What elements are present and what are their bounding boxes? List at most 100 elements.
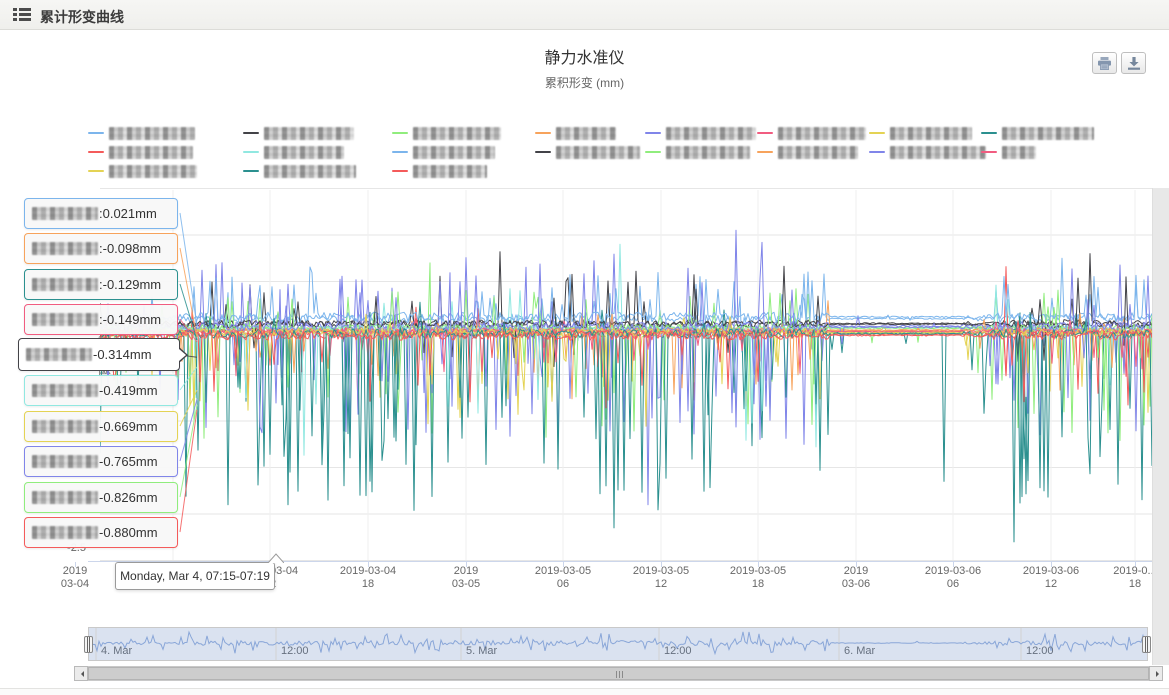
tooltip-series-name-redacted xyxy=(32,526,98,539)
legend-item[interactable] xyxy=(981,144,1036,160)
tooltip-box: :-0.129mm xyxy=(24,269,178,300)
horizontal-scrollbar[interactable] xyxy=(74,666,1163,681)
legend-label-redacted xyxy=(666,127,756,140)
print-button[interactable] xyxy=(1092,52,1117,74)
x-axis-tick-label: 2019-03-0418 xyxy=(313,565,423,591)
legend-item[interactable] xyxy=(645,125,756,141)
legend-item[interactable] xyxy=(243,163,356,179)
legend-label-redacted xyxy=(778,127,866,140)
tooltip-series-name-redacted xyxy=(32,420,98,433)
legend-marker xyxy=(243,151,259,153)
legend-marker xyxy=(88,170,104,172)
download-button[interactable] xyxy=(1121,52,1146,74)
legend-item[interactable] xyxy=(88,125,195,141)
legend-item[interactable] xyxy=(88,144,193,160)
legend-marker xyxy=(392,132,408,134)
legend-label-redacted xyxy=(1002,127,1094,140)
legend-item[interactable] xyxy=(869,125,972,141)
legend-item[interactable] xyxy=(392,144,495,160)
scroll-overflow-strip xyxy=(1152,188,1169,665)
tooltip-box: -0.765mm xyxy=(24,446,178,477)
legend-item[interactable] xyxy=(535,144,640,160)
legend-label-redacted xyxy=(413,165,487,178)
tooltip-box: -0.669mm xyxy=(24,411,178,442)
tooltip-value: :-0.149mm xyxy=(99,312,161,327)
navigator[interactable]: 4. Mar12:005. Mar12:006. Mar12:00 xyxy=(88,627,1148,661)
legend-item[interactable] xyxy=(392,163,487,179)
legend-label-redacted xyxy=(666,146,750,159)
legend-item[interactable] xyxy=(392,125,501,141)
download-icon xyxy=(1127,57,1141,70)
tooltip-series-name-redacted xyxy=(32,242,98,255)
legend-label-redacted xyxy=(413,146,495,159)
legend-item[interactable] xyxy=(535,125,616,141)
scrollbar-left-button[interactable] xyxy=(74,666,88,681)
bottom-strip xyxy=(0,689,1169,695)
legend-item[interactable] xyxy=(981,125,1094,141)
x-axis-tick-label: 201903-06 xyxy=(801,565,911,591)
legend-item[interactable] xyxy=(243,125,354,141)
legend-label-redacted xyxy=(264,146,344,159)
legend-item[interactable] xyxy=(757,144,858,160)
legend-item[interactable] xyxy=(869,144,986,160)
tooltip-series-name-redacted xyxy=(32,313,98,326)
tooltip-value: :0.021mm xyxy=(99,206,157,221)
legend-item[interactable] xyxy=(243,144,344,160)
legend-marker xyxy=(645,132,661,134)
legend-marker xyxy=(757,151,773,153)
tooltip-series-name-redacted xyxy=(32,384,98,397)
x-axis-tick-label: 2019-03-0518 xyxy=(703,565,813,591)
tooltip-value: -0.314mm xyxy=(93,347,152,362)
list-icon xyxy=(13,8,31,22)
tooltip-series-name-redacted xyxy=(32,207,98,220)
legend-label-redacted xyxy=(890,127,972,140)
legend-label-redacted xyxy=(1002,146,1036,159)
legend-label-redacted xyxy=(109,127,195,140)
legend-item[interactable] xyxy=(88,163,197,179)
tooltip-box: :0.021mm xyxy=(24,198,178,229)
legend-label-redacted xyxy=(556,127,616,140)
tooltip-box: :-0.149mm xyxy=(24,304,178,335)
tooltip-value: :-0.129mm xyxy=(99,277,161,292)
legend-marker xyxy=(88,151,104,153)
navigator-axis-label: 12:00 xyxy=(281,645,309,657)
legend-label-redacted xyxy=(556,146,640,159)
navigator-axis-label: 12:00 xyxy=(1026,645,1054,657)
legend-label-redacted xyxy=(109,146,193,159)
legend-item[interactable] xyxy=(645,144,750,160)
scrollbar-right-button[interactable] xyxy=(1149,666,1163,681)
x-axis-tick-label: 201903-04 xyxy=(20,565,130,591)
tooltip-pointer-fill xyxy=(179,349,186,361)
navigator-axis-label: 6. Mar xyxy=(844,645,875,657)
legend-marker xyxy=(869,132,885,134)
tooltip-value: -0.880mm xyxy=(99,525,158,540)
tooltip-caret xyxy=(268,553,284,563)
legend-label-redacted xyxy=(413,127,501,140)
navigator-series xyxy=(89,628,1147,660)
legend-marker xyxy=(869,151,885,153)
navigator-handle-right[interactable] xyxy=(1142,636,1151,653)
legend-label-redacted xyxy=(109,165,197,178)
tooltip-value: :-0.098mm xyxy=(99,241,161,256)
scrollbar-grip-icon xyxy=(616,671,623,678)
x-axis-tick-label: 201903-05 xyxy=(411,565,521,591)
tooltip-value: -0.826mm xyxy=(99,490,158,505)
legend-item[interactable] xyxy=(757,125,866,141)
tooltip-date: Monday, Mar 4, 07:15-07:19 xyxy=(115,562,275,590)
legend-marker xyxy=(535,151,551,153)
navigator-handle-left[interactable] xyxy=(84,636,93,653)
tooltip-box: -0.880mm xyxy=(24,517,178,548)
legend-label-redacted xyxy=(264,127,354,140)
tooltip-box: -0.419mm xyxy=(24,375,178,406)
scrollbar-thumb[interactable] xyxy=(88,667,1149,680)
main-chart[interactable] xyxy=(100,188,1152,562)
tooltip-series-name-redacted xyxy=(32,278,98,291)
legend-marker xyxy=(392,151,408,153)
chart-subtitle: 累积形变 (mm) xyxy=(0,74,1169,91)
tooltip-series-name-redacted xyxy=(26,348,92,361)
legend-marker xyxy=(757,132,773,134)
legend-marker xyxy=(535,132,551,134)
tooltip-series-name-redacted xyxy=(32,491,98,504)
tooltip-value: -0.765mm xyxy=(99,454,158,469)
navigator-axis-label: 12:00 xyxy=(664,645,692,657)
